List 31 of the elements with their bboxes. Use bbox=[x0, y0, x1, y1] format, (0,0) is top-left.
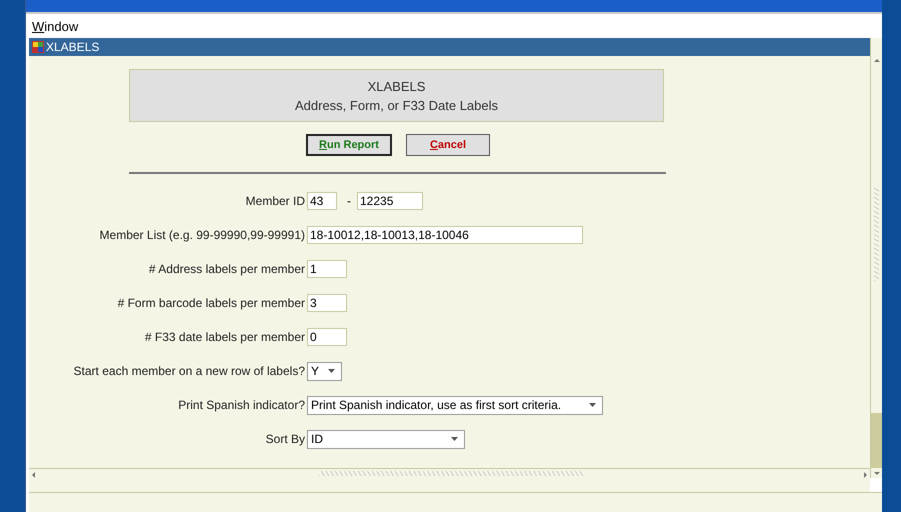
run-report-button[interactable]: Run Report bbox=[306, 134, 392, 156]
dropdown[interactable]: Y bbox=[307, 362, 342, 380]
range-separator: - bbox=[347, 194, 351, 208]
caret-icon bbox=[328, 369, 335, 373]
input-field[interactable]: 0 bbox=[307, 328, 347, 346]
caret-icon bbox=[589, 403, 596, 407]
dropdown[interactable]: Print Spanish indicator, use as first sort criteria. bbox=[307, 396, 603, 414]
input-field[interactable]: 1 bbox=[307, 260, 347, 278]
field-label: Sort By bbox=[264, 432, 306, 446]
report-title: XLABELS bbox=[368, 78, 426, 94]
field-label: Member ID bbox=[244, 194, 306, 208]
input-field[interactable]: 43 bbox=[307, 192, 337, 210]
vertical-scrollbar[interactable] bbox=[870, 38, 882, 478]
horizontal-scrollbar[interactable] bbox=[29, 468, 870, 480]
frame-title: XLABELS bbox=[46, 40, 100, 54]
input-field[interactable]: 3 bbox=[307, 294, 347, 312]
field-label: Print Spanish indicator? bbox=[177, 398, 306, 412]
input-field[interactable]: 18-10012,18-10013,18-10046 bbox=[307, 226, 583, 244]
caret-icon bbox=[451, 437, 458, 441]
field-label: # F33 date labels per member bbox=[144, 330, 306, 344]
field-label: # Address labels per member bbox=[148, 262, 306, 276]
scroll-thumb[interactable] bbox=[871, 413, 882, 468]
menu-item[interactable]: Window bbox=[32, 18, 78, 34]
field-label: Member List (e.g. 99-99990,99-99991) bbox=[98, 228, 306, 242]
app-icon bbox=[31, 40, 45, 54]
dropdown[interactable]: ID bbox=[307, 430, 465, 448]
input-field[interactable]: 12235 bbox=[357, 192, 423, 210]
report-subtitle: Address, Form, or F33 Date Labels bbox=[294, 98, 498, 112]
cancel-button[interactable]: Cancel bbox=[406, 134, 490, 156]
field-label: Start each member on a new row of labels? bbox=[72, 364, 306, 378]
field-label: # Form barcode labels per member bbox=[116, 296, 306, 310]
